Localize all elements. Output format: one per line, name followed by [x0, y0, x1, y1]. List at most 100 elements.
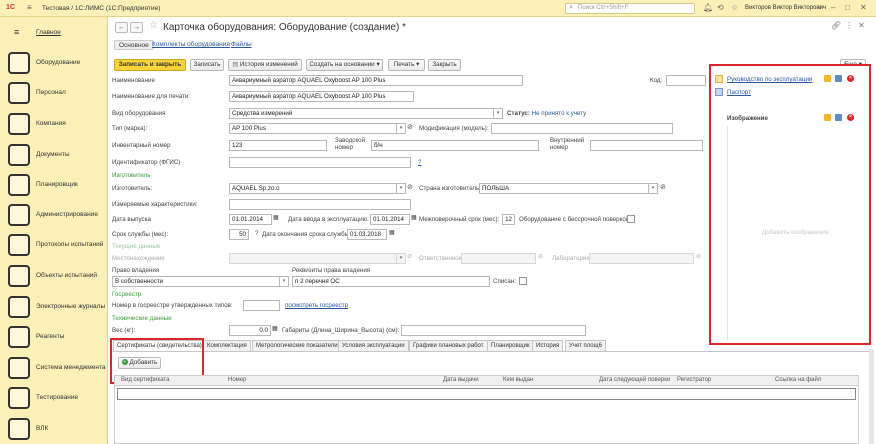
- model-dropdown[interactable]: ▾: [397, 123, 406, 134]
- save-and-close-button[interactable]: Записать и закрыть: [114, 59, 186, 71]
- sidebar-item-test-protocols[interactable]: Протоколы испытаний: [0, 231, 108, 259]
- calendar-icon[interactable]: ▦: [411, 214, 417, 221]
- internal-number-field[interactable]: [590, 140, 703, 151]
- close-window-icon[interactable]: ✕: [860, 3, 867, 12]
- add-image-icon[interactable]: [824, 114, 831, 121]
- table-row[interactable]: [117, 388, 856, 400]
- ownership-dropdown[interactable]: ▾: [280, 276, 289, 287]
- registry-number-field[interactable]: [243, 300, 280, 311]
- favorites-icon[interactable]: ☆: [731, 3, 738, 12]
- service-life-help-icon[interactable]: ?: [255, 230, 258, 237]
- settings-icon[interactable]: ≡: [817, 3, 822, 12]
- close-form-icon[interactable]: ✕: [858, 21, 865, 30]
- indefinite-verification-checkbox[interactable]: [627, 215, 635, 223]
- equipment-type-dropdown[interactable]: ▾: [494, 108, 503, 119]
- history-button[interactable]: ▤ История изменений: [228, 59, 302, 71]
- sidebar-item-management-system[interactable]: Система менеджмента: [0, 354, 108, 382]
- maximize-icon[interactable]: □: [845, 3, 850, 12]
- release-date-field[interactable]: 01.01.2014: [229, 214, 272, 225]
- minimize-icon[interactable]: –: [831, 3, 835, 12]
- verification-interval-field[interactable]: 12: [502, 214, 515, 225]
- print-button[interactable]: Печать ▾: [388, 59, 425, 71]
- written-off-checkbox[interactable]: [519, 277, 527, 285]
- status-label: Статус: Не принято к учету: [507, 110, 587, 117]
- column-file-link[interactable]: Ссылка на файл: [775, 377, 821, 383]
- ownership-field[interactable]: В собственности: [112, 276, 280, 287]
- open-manufacturer-icon[interactable]: ⊘: [407, 183, 413, 191]
- history-icon[interactable]: ⟲: [717, 3, 724, 12]
- fgis-help-icon[interactable]: ?: [418, 159, 421, 166]
- main-menu-icon[interactable]: ≡: [27, 3, 32, 12]
- service-life-field[interactable]: 50: [229, 229, 249, 240]
- sidebar-item-vlk[interactable]: ВЛК: [0, 415, 108, 443]
- create-based-on-button[interactable]: Создать на основании ▾: [306, 59, 383, 71]
- delete-image-icon[interactable]: ×: [847, 114, 854, 121]
- vertical-scrollbar[interactable]: [869, 349, 874, 444]
- ownership-requisites-field[interactable]: п 2 перечня ОС: [292, 276, 490, 287]
- edit-file-icon[interactable]: [835, 75, 842, 82]
- sidebar-item-staff[interactable]: Персонал: [0, 79, 108, 107]
- sidebar-item-e-journals[interactable]: Электронные журналы: [0, 293, 108, 321]
- sidebar-item-equipment[interactable]: Оборудование: [0, 49, 108, 77]
- back-button[interactable]: ←: [115, 22, 128, 33]
- service-end-field[interactable]: 01.03.2018: [347, 229, 387, 240]
- view-registry-link[interactable]: посмотреть госреестр: [285, 302, 348, 309]
- tab-files[interactable]: Файлы: [231, 41, 252, 51]
- current-user[interactable]: Викторов Виктор Викторович: [745, 5, 826, 11]
- sidebar-item-documents[interactable]: Документы: [0, 141, 108, 169]
- more-vertical-icon[interactable]: ⋮: [845, 21, 853, 30]
- column-issue-date[interactable]: Дата выдачи: [443, 377, 479, 383]
- calendar-icon[interactable]: ▦: [389, 229, 395, 236]
- tab-main[interactable]: Основное: [114, 40, 154, 50]
- inventory-number-field[interactable]: 123: [229, 140, 327, 151]
- code-field[interactable]: [666, 75, 706, 86]
- close-button[interactable]: Закрыть: [428, 59, 461, 71]
- add-file-icon[interactable]: [824, 75, 831, 82]
- edit-image-icon[interactable]: [835, 114, 842, 121]
- column-certificate-type[interactable]: Вид сертификата: [121, 377, 169, 383]
- forward-button[interactable]: →: [130, 22, 143, 33]
- manufacturer-field[interactable]: AQUAEL Sp.zo.o: [229, 183, 397, 194]
- dimensions-field[interactable]: [401, 325, 586, 336]
- column-number[interactable]: Номер: [228, 377, 246, 383]
- characteristics-field[interactable]: [229, 199, 411, 210]
- file-link-manual[interactable]: Руководство по эксплуатации: [727, 76, 812, 83]
- modification-field[interactable]: [491, 123, 673, 134]
- save-button[interactable]: Записать: [190, 59, 224, 71]
- add-certificate-button[interactable]: + Добавить: [118, 357, 161, 369]
- tab-equipment-sets[interactable]: Комплекты оборудования: [152, 41, 230, 51]
- link-icon[interactable]: 🔗︎: [831, 21, 841, 30]
- print-name-field[interactable]: Аквариумный аэратор AQUAEL Oxyboost AP 1…: [229, 91, 414, 102]
- favorite-star-icon[interactable]: ☆: [149, 20, 158, 31]
- file-link-passport[interactable]: Паспорт: [727, 89, 751, 96]
- certificates-table: Вид сертификата Номер Дата выдачи Кем вы…: [114, 375, 859, 444]
- notifications-icon[interactable]: 🔔︎: [703, 3, 713, 12]
- sidebar-item-planner[interactable]: Планировщик: [0, 171, 108, 199]
- column-next-verification[interactable]: Дата следующей поверки: [599, 377, 670, 383]
- country-field[interactable]: ПОЛЬША: [479, 183, 649, 194]
- sidebar-item-main[interactable]: ≡ Главное: [0, 19, 108, 47]
- calculator-icon[interactable]: ▦: [272, 325, 278, 332]
- fgis-id-field[interactable]: [229, 157, 411, 168]
- open-model-icon[interactable]: ⊘: [407, 123, 413, 131]
- image-area[interactable]: Добавить изображение: [727, 126, 867, 340]
- sidebar-item-company[interactable]: Компания: [0, 110, 108, 138]
- sidebar-item-administration[interactable]: Администрирование: [0, 201, 108, 229]
- delete-file-icon[interactable]: ×: [847, 75, 854, 82]
- column-issued-by[interactable]: Кем выдан: [503, 377, 533, 383]
- column-registrar[interactable]: Регистратор: [677, 377, 711, 383]
- sidebar-item-test-objects[interactable]: Объекты испытаний: [0, 262, 108, 290]
- calendar-icon[interactable]: ▦: [273, 214, 279, 221]
- country-dropdown[interactable]: ▾: [649, 183, 658, 194]
- sidebar-item-reagents[interactable]: Реагенты: [0, 323, 108, 351]
- factory-number-field[interactable]: б/н: [371, 140, 539, 151]
- commission-date-field[interactable]: 01.01.2014: [370, 214, 410, 225]
- sidebar-item-testing[interactable]: Тестирование: [0, 384, 108, 412]
- manufacturer-dropdown[interactable]: ▾: [397, 183, 406, 194]
- model-field[interactable]: AP 100 Plus: [229, 123, 397, 134]
- weight-field[interactable]: 0.0: [229, 325, 271, 336]
- open-country-icon[interactable]: ⊘: [660, 183, 666, 191]
- global-search-input[interactable]: ⌕ Поиск Ctrl+Shift+F: [565, 3, 695, 14]
- equipment-type-field[interactable]: Средства измерений: [229, 108, 494, 119]
- name-field[interactable]: Аквариумный аэратор AQUAEL Oxyboost AP 1…: [229, 75, 523, 86]
